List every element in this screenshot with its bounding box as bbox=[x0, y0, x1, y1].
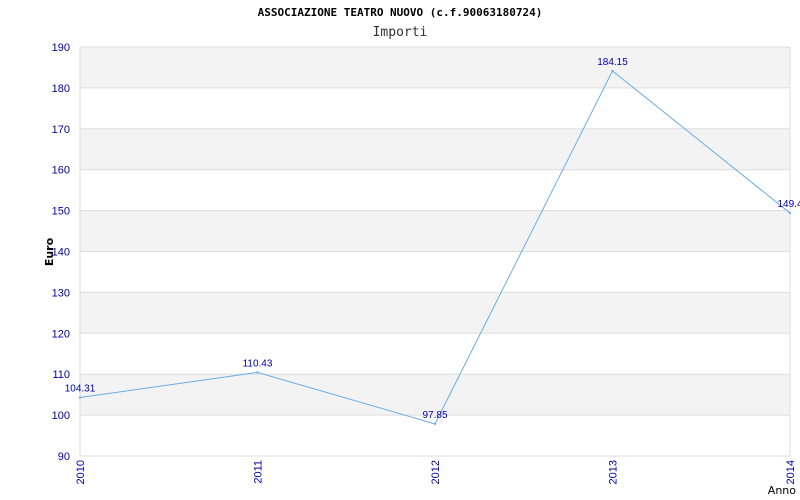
line-chart: 90100110120130140150160170180190 2010 201… bbox=[43, 42, 800, 497]
data-label: 184.15 bbox=[597, 57, 628, 68]
x-tick-label: 2014 bbox=[785, 460, 797, 484]
data-label: 104.31 bbox=[65, 383, 96, 394]
x-tick-label: 2011 bbox=[253, 460, 265, 484]
y-tick-label: 130 bbox=[52, 287, 70, 299]
data-point bbox=[788, 211, 792, 215]
y-tick-label: 160 bbox=[52, 165, 70, 177]
y-tick-label: 120 bbox=[52, 328, 70, 340]
plot-band bbox=[80, 210, 790, 252]
y-tick-label: 190 bbox=[52, 42, 70, 54]
data-point bbox=[433, 422, 437, 426]
plot-band bbox=[80, 333, 790, 375]
y-axis-label: Euro bbox=[43, 237, 56, 266]
y-tick-label: 180 bbox=[52, 83, 70, 95]
y-tick-label: 100 bbox=[52, 410, 70, 422]
plot-band bbox=[80, 128, 790, 170]
y-tick-label: 110 bbox=[52, 369, 70, 381]
x-axis-ticks: 2010 2011 2012 2013 2014 bbox=[75, 460, 797, 484]
data-point bbox=[256, 371, 259, 374]
plot-band bbox=[80, 292, 790, 334]
data-point bbox=[78, 396, 82, 399]
y-tick-label: 90 bbox=[58, 451, 70, 463]
data-label: 110.43 bbox=[243, 358, 273, 369]
plot-band bbox=[80, 87, 790, 129]
data-point bbox=[611, 69, 614, 73]
x-tick-label: 2010 bbox=[75, 460, 87, 484]
plot-band bbox=[80, 169, 790, 211]
plot-band bbox=[80, 251, 790, 293]
plot-band bbox=[80, 47, 790, 88]
data-label: 149.4 bbox=[777, 199, 800, 210]
y-tick-label: 150 bbox=[52, 206, 70, 218]
x-tick-label: 2013 bbox=[608, 460, 620, 484]
plot-band bbox=[80, 415, 790, 456]
y-tick-label: 170 bbox=[52, 124, 70, 136]
x-tick-label: 2012 bbox=[430, 460, 442, 484]
x-axis-label: Anno bbox=[768, 484, 796, 497]
data-label: 97.85 bbox=[422, 410, 447, 421]
